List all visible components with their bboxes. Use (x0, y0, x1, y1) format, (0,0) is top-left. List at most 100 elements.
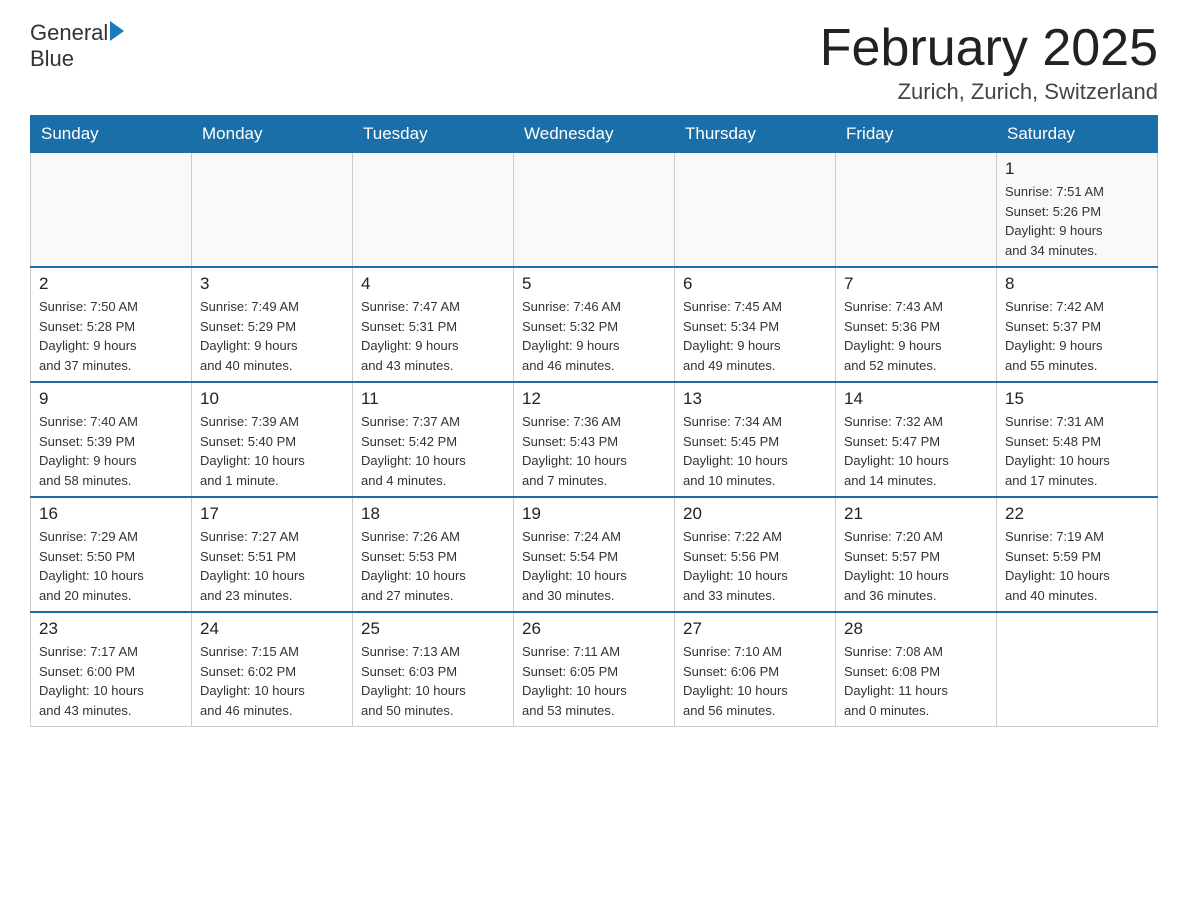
day-number: 26 (522, 619, 666, 639)
day-number: 28 (844, 619, 988, 639)
calendar-header-row: Sunday Monday Tuesday Wednesday Thursday… (31, 116, 1158, 153)
col-thursday: Thursday (675, 116, 836, 153)
col-saturday: Saturday (997, 116, 1158, 153)
day-info: Sunrise: 7:34 AM Sunset: 5:45 PM Dayligh… (683, 412, 827, 490)
day-info: Sunrise: 7:13 AM Sunset: 6:03 PM Dayligh… (361, 642, 505, 720)
day-number: 9 (39, 389, 183, 409)
day-number: 7 (844, 274, 988, 294)
week-row-1: 2Sunrise: 7:50 AM Sunset: 5:28 PM Daylig… (31, 267, 1158, 382)
col-sunday: Sunday (31, 116, 192, 153)
day-number: 18 (361, 504, 505, 524)
day-info: Sunrise: 7:39 AM Sunset: 5:40 PM Dayligh… (200, 412, 344, 490)
day-number: 1 (1005, 159, 1149, 179)
day-info: Sunrise: 7:26 AM Sunset: 5:53 PM Dayligh… (361, 527, 505, 605)
cell-w3-d1: 17 Sunrise: 7:27 AM Sunset: 5:51 PM Dayli… (192, 497, 353, 612)
cell-w1-d1: 3 Sunrise: 7:49 AM Sunset: 5:29 PM Daylig… (192, 267, 353, 382)
cell-w1-d5: 7 Sunrise: 7:43 AM Sunset: 5:36 PM Daylig… (836, 267, 997, 382)
day-info: Sunrise: 7:31 AM Sunset: 5:48 PM Dayligh… (1005, 412, 1149, 490)
cell-w0-d6: 1 Sunrise: 7:51 AM Sunset: 5:26 PM Daylig… (997, 153, 1158, 268)
month-title: February 2025 (820, 20, 1158, 77)
day-number: 3 (200, 274, 344, 294)
cell-w4-d4: 27 Sunrise: 7:10 AM Sunset: 6:06 PM Dayli… (675, 612, 836, 727)
day-number: 17 (200, 504, 344, 524)
day-number: 19 (522, 504, 666, 524)
day-info: Sunrise: 7:47 AM Sunset: 5:31 PM Dayligh… (361, 297, 505, 375)
day-info: Sunrise: 7:40 AM Sunset: 5:39 PM Dayligh… (39, 412, 183, 490)
day-number: 22 (1005, 504, 1149, 524)
cell-w1-d4: 6 Sunrise: 7:45 AM Sunset: 5:34 PM Daylig… (675, 267, 836, 382)
day-number: 16 (39, 504, 183, 524)
col-friday: Friday (836, 116, 997, 153)
week-row-4: 23Sunrise: 7:17 AM Sunset: 6:00 PM Dayli… (31, 612, 1158, 727)
logo-general: General (30, 20, 108, 46)
cell-w1-d6: 8Sunrise: 7:42 AM Sunset: 5:37 PM Daylig… (997, 267, 1158, 382)
cell-w4-d6 (997, 612, 1158, 727)
col-wednesday: Wednesday (514, 116, 675, 153)
day-number: 11 (361, 389, 505, 409)
day-info: Sunrise: 7:22 AM Sunset: 5:56 PM Dayligh… (683, 527, 827, 605)
day-number: 5 (522, 274, 666, 294)
cell-w1-d3: 5 Sunrise: 7:46 AM Sunset: 5:32 PM Daylig… (514, 267, 675, 382)
cell-w1-d0: 2Sunrise: 7:50 AM Sunset: 5:28 PM Daylig… (31, 267, 192, 382)
cell-w4-d5: 28Sunrise: 7:08 AM Sunset: 6:08 PM Dayli… (836, 612, 997, 727)
cell-w0-d5 (836, 153, 997, 268)
cell-w0-d3 (514, 153, 675, 268)
day-info: Sunrise: 7:11 AM Sunset: 6:05 PM Dayligh… (522, 642, 666, 720)
cell-w4-d1: 24 Sunrise: 7:15 AM Sunset: 6:02 PM Dayli… (192, 612, 353, 727)
day-info: Sunrise: 7:51 AM Sunset: 5:26 PM Dayligh… (1005, 182, 1149, 260)
day-info: Sunrise: 7:43 AM Sunset: 5:36 PM Dayligh… (844, 297, 988, 375)
day-info: Sunrise: 7:42 AM Sunset: 5:37 PM Dayligh… (1005, 297, 1149, 375)
cell-w1-d2: 4 Sunrise: 7:47 AM Sunset: 5:31 PM Daylig… (353, 267, 514, 382)
day-info: Sunrise: 7:37 AM Sunset: 5:42 PM Dayligh… (361, 412, 505, 490)
week-row-2: 9 Sunrise: 7:40 AM Sunset: 5:39 PM Daylig… (31, 382, 1158, 497)
day-info: Sunrise: 7:36 AM Sunset: 5:43 PM Dayligh… (522, 412, 666, 490)
day-info: Sunrise: 7:49 AM Sunset: 5:29 PM Dayligh… (200, 297, 344, 375)
day-info: Sunrise: 7:10 AM Sunset: 6:06 PM Dayligh… (683, 642, 827, 720)
col-monday: Monday (192, 116, 353, 153)
title-block: February 2025 Zurich, Zurich, Switzerlan… (820, 20, 1158, 105)
day-number: 21 (844, 504, 988, 524)
cell-w0-d0 (31, 153, 192, 268)
cell-w2-d3: 12 Sunrise: 7:36 AM Sunset: 5:43 PM Dayli… (514, 382, 675, 497)
day-info: Sunrise: 7:50 AM Sunset: 5:28 PM Dayligh… (39, 297, 183, 375)
day-info: Sunrise: 7:24 AM Sunset: 5:54 PM Dayligh… (522, 527, 666, 605)
cell-w0-d2 (353, 153, 514, 268)
day-number: 10 (200, 389, 344, 409)
logo-triangle-icon (110, 21, 124, 41)
day-number: 20 (683, 504, 827, 524)
cell-w0-d4 (675, 153, 836, 268)
day-number: 12 (522, 389, 666, 409)
day-info: Sunrise: 7:32 AM Sunset: 5:47 PM Dayligh… (844, 412, 988, 490)
day-number: 13 (683, 389, 827, 409)
day-info: Sunrise: 7:27 AM Sunset: 5:51 PM Dayligh… (200, 527, 344, 605)
cell-w3-d4: 20 Sunrise: 7:22 AM Sunset: 5:56 PM Dayli… (675, 497, 836, 612)
cell-w2-d2: 11 Sunrise: 7:37 AM Sunset: 5:42 PM Dayli… (353, 382, 514, 497)
cell-w2-d1: 10 Sunrise: 7:39 AM Sunset: 5:40 PM Dayli… (192, 382, 353, 497)
cell-w4-d0: 23Sunrise: 7:17 AM Sunset: 6:00 PM Dayli… (31, 612, 192, 727)
day-number: 24 (200, 619, 344, 639)
day-number: 23 (39, 619, 183, 639)
cell-w2-d0: 9 Sunrise: 7:40 AM Sunset: 5:39 PM Daylig… (31, 382, 192, 497)
day-info: Sunrise: 7:15 AM Sunset: 6:02 PM Dayligh… (200, 642, 344, 720)
cell-w3-d3: 19 Sunrise: 7:24 AM Sunset: 5:54 PM Dayli… (514, 497, 675, 612)
cell-w2-d4: 13 Sunrise: 7:34 AM Sunset: 5:45 PM Dayli… (675, 382, 836, 497)
day-number: 6 (683, 274, 827, 294)
day-info: Sunrise: 7:20 AM Sunset: 5:57 PM Dayligh… (844, 527, 988, 605)
day-number: 4 (361, 274, 505, 294)
cell-w0-d1 (192, 153, 353, 268)
location: Zurich, Zurich, Switzerland (820, 79, 1158, 105)
day-info: Sunrise: 7:45 AM Sunset: 5:34 PM Dayligh… (683, 297, 827, 375)
day-number: 25 (361, 619, 505, 639)
cell-w3-d6: 22 Sunrise: 7:19 AM Sunset: 5:59 PM Dayli… (997, 497, 1158, 612)
cell-w4-d3: 26 Sunrise: 7:11 AM Sunset: 6:05 PM Dayli… (514, 612, 675, 727)
day-info: Sunrise: 7:46 AM Sunset: 5:32 PM Dayligh… (522, 297, 666, 375)
day-number: 14 (844, 389, 988, 409)
logo-blue: Blue (30, 46, 74, 71)
day-number: 27 (683, 619, 827, 639)
day-number: 15 (1005, 389, 1149, 409)
cell-w3-d2: 18 Sunrise: 7:26 AM Sunset: 5:53 PM Dayli… (353, 497, 514, 612)
cell-w2-d5: 14 Sunrise: 7:32 AM Sunset: 5:47 PM Dayli… (836, 382, 997, 497)
cell-w3-d0: 16Sunrise: 7:29 AM Sunset: 5:50 PM Dayli… (31, 497, 192, 612)
cell-w2-d6: 15 Sunrise: 7:31 AM Sunset: 5:48 PM Dayli… (997, 382, 1158, 497)
day-info: Sunrise: 7:19 AM Sunset: 5:59 PM Dayligh… (1005, 527, 1149, 605)
